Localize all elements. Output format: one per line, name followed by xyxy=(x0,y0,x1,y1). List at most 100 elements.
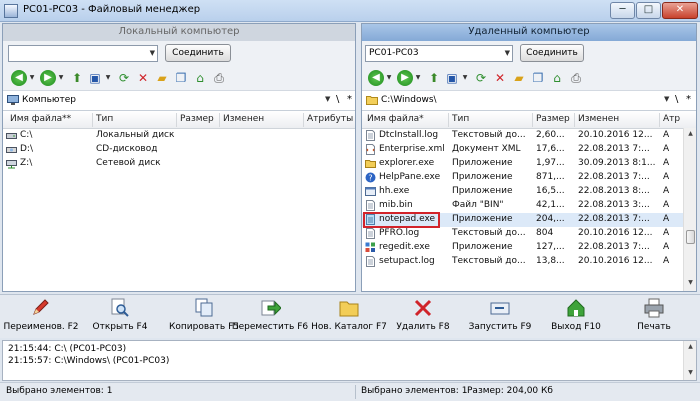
col-name[interactable]: Имя файла** xyxy=(10,114,71,124)
remote-host-combo[interactable]: PC01-PC03 ▼ xyxy=(365,45,513,62)
col-size[interactable]: Размер xyxy=(536,114,570,124)
svg-text:?: ? xyxy=(368,174,372,183)
refresh-icon[interactable]: ⟳ xyxy=(473,70,489,86)
run-button[interactable]: Запустить F9 xyxy=(460,298,540,332)
cell-size: 16,5... xyxy=(536,186,565,196)
file-icon xyxy=(366,130,375,141)
table-row[interactable]: Z:\ Сетевой диск xyxy=(3,157,355,171)
scroll-thumb[interactable] xyxy=(686,230,695,244)
move-button[interactable]: Переместить F6 xyxy=(230,298,310,332)
pencil-icon xyxy=(33,299,49,315)
remote-connect-button[interactable]: Соединить xyxy=(520,44,584,62)
chevron-down-icon[interactable]: ▼ xyxy=(461,70,469,86)
chevron-down-icon[interactable]: ▼ xyxy=(385,70,393,86)
chevron-down-icon[interactable]: ▼ xyxy=(414,70,422,86)
chevron-down-icon[interactable]: ▼ xyxy=(57,70,65,86)
file-icon xyxy=(366,256,375,267)
delete-icon[interactable]: ✕ xyxy=(492,70,508,86)
cell-name: Enterprise.xml xyxy=(379,144,445,154)
network-icon[interactable]: ▣ xyxy=(444,70,460,86)
scroll-down-icon[interactable]: ▼ xyxy=(686,369,695,378)
local-connect-button[interactable]: Соединить xyxy=(165,44,231,62)
close-button[interactable]: ✕ xyxy=(662,2,698,19)
table-row[interactable]: ? HelpPane.exe Приложение 871,... 22.08.2013… xyxy=(362,171,696,185)
chevron-down-icon[interactable]: ▼ xyxy=(150,46,155,61)
maximize-button[interactable]: □ xyxy=(636,2,661,19)
status-bar: Выбрано элементов: 1 Выбрано элементов: … xyxy=(0,382,700,401)
table-row[interactable]: regedit.exe Приложение 127,... 22.08.2013 7… xyxy=(362,241,696,255)
table-row[interactable]: hh.exe Приложение 16,5... 22.08.2013 8:... A xyxy=(362,185,696,199)
cell-name: explorer.exe xyxy=(379,158,435,168)
col-modified[interactable]: Изменен xyxy=(223,114,264,124)
chevron-down-icon[interactable]: ▼ xyxy=(104,70,112,86)
window-title: PC01-PC03 - Файловый менеджер xyxy=(23,4,201,15)
new-folder-icon[interactable]: ▰ xyxy=(511,70,527,86)
new-folder-icon[interactable]: ▰ xyxy=(154,70,170,86)
cell-size: 804 xyxy=(536,228,554,238)
table-row[interactable]: Enterprise.xml Документ XML 17,6... 22.08.2… xyxy=(362,143,696,157)
table-row[interactable]: setupact.log Текстовый до... 13,8... 20.10.… xyxy=(362,255,696,269)
col-attributes[interactable]: Атр xyxy=(663,114,680,124)
back-icon[interactable]: ◀ xyxy=(368,70,384,86)
scroll-down-icon[interactable]: ▼ xyxy=(686,279,695,288)
delete-button[interactable]: Удалить F8 xyxy=(383,298,463,332)
col-size[interactable]: Размер xyxy=(180,114,214,124)
cell-name: DtcInstall.log xyxy=(379,130,439,140)
up-folder-icon[interactable]: ⬆ xyxy=(69,70,85,86)
up-folder-icon[interactable]: ⬆ xyxy=(426,70,442,86)
chevron-down-icon[interactable]: ▼ xyxy=(664,95,669,103)
chevron-down-icon[interactable]: ▼ xyxy=(325,95,330,103)
copy-icon[interactable]: ❐ xyxy=(173,70,189,86)
scroll-up-icon[interactable]: ▲ xyxy=(686,130,695,139)
new-folder-button[interactable]: Нов. Каталог F7 xyxy=(309,298,389,332)
table-row[interactable]: explorer.exe Приложение 1,97... 30.09.2013 … xyxy=(362,157,696,171)
cell-attrs: A xyxy=(663,256,670,266)
open-button[interactable]: Открыть F4 xyxy=(80,298,160,332)
chevron-down-icon[interactable]: ▼ xyxy=(505,46,510,61)
col-attributes[interactable]: Атрибуты xyxy=(307,114,353,124)
table-row[interactable]: PFRO.log Текстовый до... 804 20.10.2016 12.… xyxy=(362,227,696,241)
log-line: 21:15:44: C:\ (PC01-PC03) xyxy=(8,344,127,354)
printer-icon[interactable]: ⎙ xyxy=(568,70,584,86)
home-icon[interactable]: ⌂ xyxy=(549,70,565,86)
forward-icon[interactable]: ▶ xyxy=(40,70,56,86)
delete-icon[interactable]: ✕ xyxy=(135,70,151,86)
minimize-button[interactable]: ─ xyxy=(610,2,635,19)
cell-name: C:\ xyxy=(20,130,33,140)
log-scrollbar[interactable]: ▲ ▼ xyxy=(683,341,696,380)
remote-connect-row: PC01-PC03 ▼ Соединить xyxy=(362,41,696,67)
scroll-up-icon[interactable]: ▲ xyxy=(686,343,695,352)
col-name[interactable]: Имя файла* xyxy=(367,114,424,124)
selection-highlight xyxy=(363,212,440,228)
forward-icon[interactable]: ▶ xyxy=(397,70,413,86)
cell-size: 1,97... xyxy=(536,158,565,168)
filter-asterisk[interactable]: * xyxy=(347,94,352,105)
cell-size: 2,60... xyxy=(536,130,565,140)
cell-type: Файл "BIN" xyxy=(452,200,504,210)
home-icon[interactable]: ⌂ xyxy=(192,70,208,86)
refresh-icon[interactable]: ⟳ xyxy=(116,70,132,86)
table-row[interactable]: D:\ CD-дисковод xyxy=(3,143,355,157)
remote-path-text[interactable]: C:\Windows\ xyxy=(381,95,437,105)
cell-attrs: A xyxy=(663,172,670,182)
table-row[interactable]: C:\ Локальный диск xyxy=(3,129,355,143)
copy-icon[interactable]: ❐ xyxy=(530,70,546,86)
table-row[interactable]: DtcInstall.log Текстовый до... 2,60... 20.1… xyxy=(362,129,696,143)
cell-name: hh.exe xyxy=(379,186,410,196)
chevron-down-icon[interactable]: ▼ xyxy=(28,70,36,86)
print-button[interactable]: Печать xyxy=(614,298,694,332)
rename-button[interactable]: Переименов. F2 xyxy=(1,298,81,332)
printer-icon[interactable]: ⎙ xyxy=(211,70,227,86)
col-type[interactable]: Тип xyxy=(452,114,469,124)
network-icon[interactable]: ▣ xyxy=(87,70,103,86)
col-modified[interactable]: Изменен xyxy=(578,114,619,124)
back-icon[interactable]: ◀ xyxy=(11,70,27,86)
remote-scrollbar[interactable]: ▲ ▼ xyxy=(683,128,696,291)
filter-asterisk[interactable]: * xyxy=(686,94,691,105)
local-path-text[interactable]: Компьютер xyxy=(22,95,76,105)
local-host-combo[interactable]: ▼ xyxy=(8,45,158,62)
exit-button[interactable]: Выход F10 xyxy=(536,298,616,332)
col-type[interactable]: Тип xyxy=(96,114,113,124)
table-row[interactable]: mib.bin Файл "BIN" 42,1... 22.08.2013 3:...… xyxy=(362,199,696,213)
cell-attrs: A xyxy=(663,228,670,238)
